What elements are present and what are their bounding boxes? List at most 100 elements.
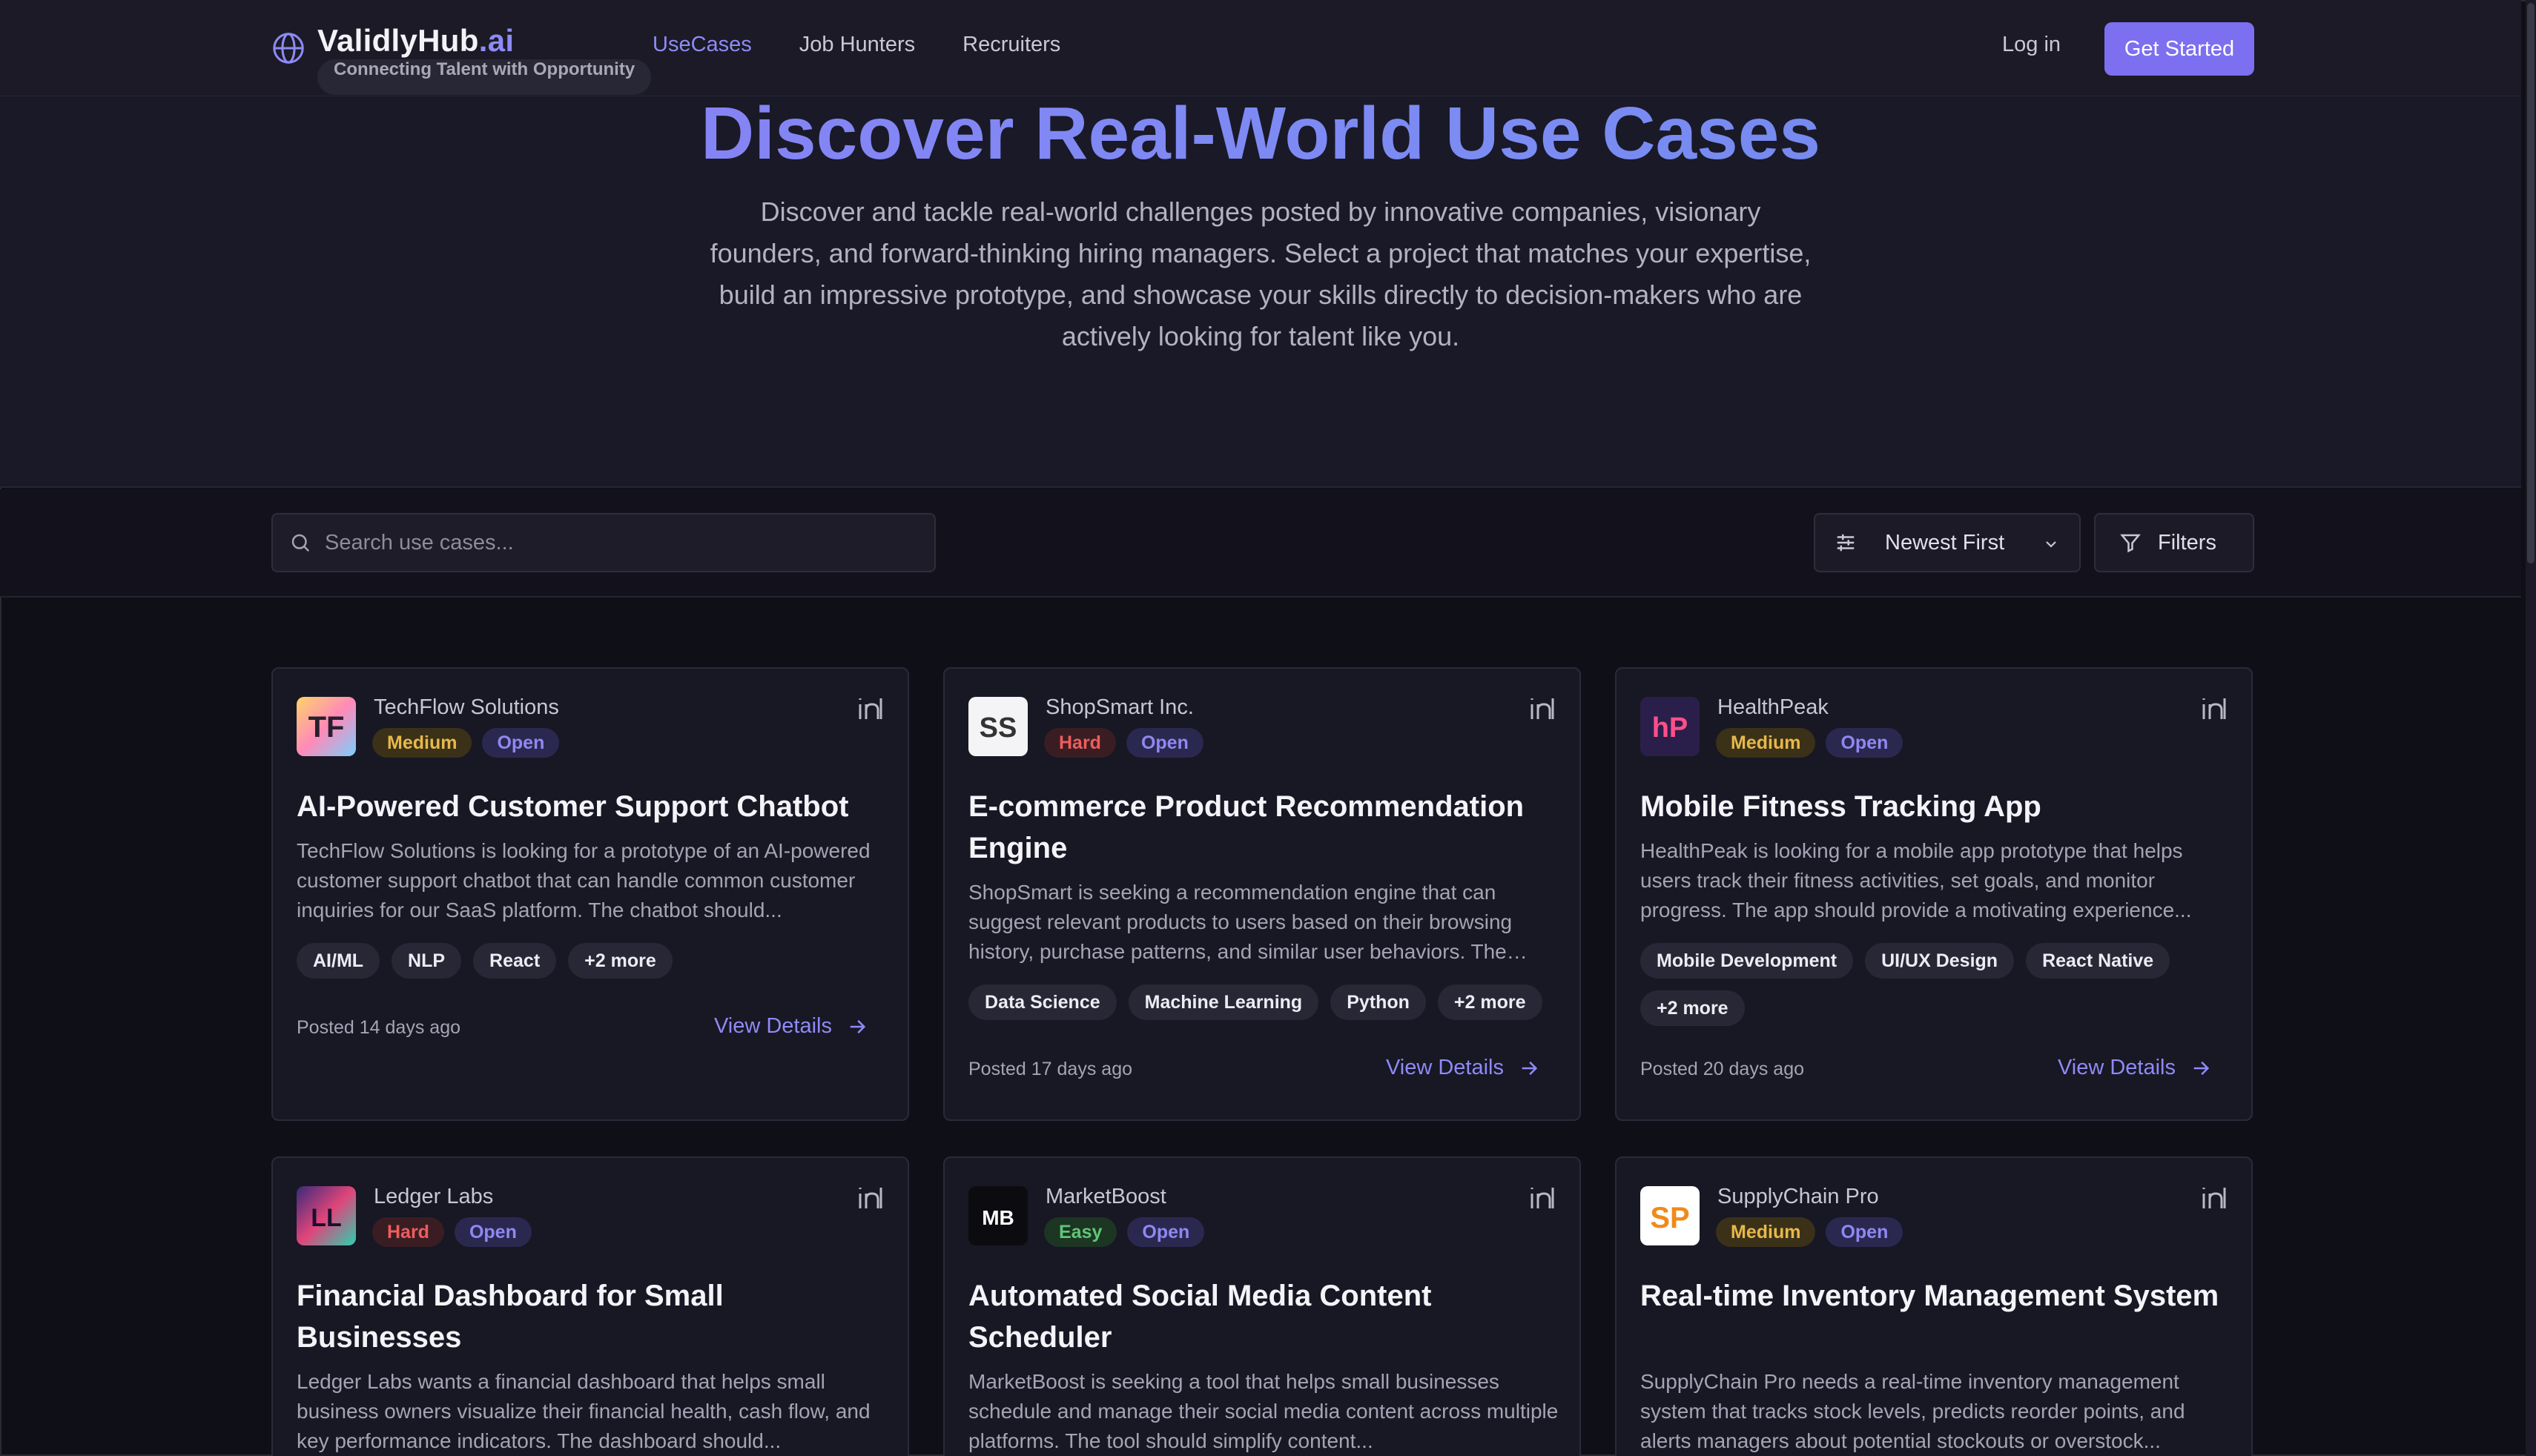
arrow-right-icon — [1522, 1061, 1538, 1075]
posted-date: Posted 17 days ago — [968, 1059, 1132, 1079]
difficulty-badge: Medium — [1716, 728, 1816, 758]
company-name: TechFlow Solutions — [374, 695, 559, 719]
arrow-right-icon — [850, 1019, 866, 1033]
filter-icon — [2120, 534, 2141, 553]
usecase-card[interactable]: LL Ledger Labs Hard Open Financial Dashb… — [271, 1156, 909, 1456]
card-description: SupplyChain Pro needs a real-time invent… — [1640, 1370, 2185, 1452]
sort-label: Newest First — [1885, 530, 2005, 555]
badges: Medium Open — [1716, 1217, 1903, 1247]
filters-button[interactable]: Filters — [2094, 513, 2254, 572]
difficulty-badge: Hard — [372, 1217, 444, 1247]
svg-text:SS: SS — [980, 712, 1017, 744]
company-logo: LL — [297, 1186, 356, 1245]
status-badge: Open — [454, 1217, 532, 1247]
login-link[interactable]: Log in — [2002, 33, 2061, 57]
svg-text:LL: LL — [311, 1204, 342, 1232]
tag: React Native — [2026, 943, 2170, 979]
scrollbar-track[interactable] — [2526, 0, 2536, 1456]
posted-date: Posted 14 days ago — [297, 1017, 460, 1038]
brand-name: ValidlyHub.ai — [317, 23, 515, 58]
usecase-card[interactable]: SP SupplyChain Pro Medium Open Real-time… — [1615, 1156, 2253, 1456]
tag: AI/ML — [297, 943, 380, 979]
linkedin-icon[interactable] — [2199, 1185, 2229, 1211]
nav-item-recruiters[interactable]: Recruiters — [962, 33, 1060, 57]
filters-label: Filters — [2158, 530, 2216, 555]
tag: React — [473, 943, 557, 979]
company-name: MarketBoost — [1046, 1185, 1166, 1208]
difficulty-badge: Easy — [1044, 1217, 1117, 1247]
svg-text:SP: SP — [1650, 1202, 1689, 1234]
status-badge: Open — [1126, 728, 1203, 758]
card-description: HealthPeak is looking for a mobile app p… — [1640, 839, 2192, 921]
tag-list: Data Science Machine Learning Python +2 … — [968, 985, 1562, 1020]
linkedin-icon[interactable] — [2199, 695, 2229, 722]
badges: Hard Open — [372, 1217, 532, 1247]
company-logo: hP — [1640, 697, 1700, 756]
card-title[interactable]: E-commerce Product Recommendation Engine — [968, 786, 1562, 869]
usecase-card[interactable]: TF TechFlow Solutions Medium Open AI-Pow… — [271, 667, 909, 1121]
badges: Medium Open — [1716, 728, 1903, 758]
status-badge: Open — [482, 728, 560, 758]
card-title[interactable]: Real-time Inventory Management System — [1640, 1275, 2233, 1317]
tag-more[interactable]: +2 more — [1640, 990, 1745, 1026]
badges: Easy Open — [1044, 1217, 1205, 1247]
hero-section: Discover Real-World Use Cases Discover a… — [0, 96, 2521, 488]
usecase-card[interactable]: SS ShopSmart Inc. Hard Open E-commerce P… — [943, 667, 1581, 1121]
tag: NLP — [392, 943, 462, 979]
badges: Hard Open — [1044, 728, 1203, 758]
card-title[interactable]: AI-Powered Customer Support Chatbot — [297, 786, 890, 827]
difficulty-badge: Medium — [1716, 1217, 1816, 1247]
card-title[interactable]: Financial Dashboard for Small Businesses — [297, 1275, 890, 1358]
company-name: SupplyChain Pro — [1717, 1185, 1879, 1208]
search-box[interactable] — [271, 513, 936, 572]
badges: Medium Open — [372, 728, 560, 758]
linkedin-icon[interactable] — [856, 1185, 885, 1211]
tag-list: Mobile Development UI/UX Design React Na… — [1640, 943, 2233, 1026]
view-details-link[interactable]: View Details — [1386, 1056, 1539, 1080]
card-title[interactable]: Automated Social Media Content Scheduler — [968, 1275, 1562, 1358]
card-description: Ledger Labs wants a financial dashboard … — [297, 1370, 871, 1452]
linkedin-icon[interactable] — [1528, 1185, 1557, 1211]
company-name: HealthPeak — [1717, 695, 1829, 719]
nav-item-usecases[interactable]: UseCases — [653, 33, 752, 57]
sliders-icon — [1837, 534, 1855, 552]
tag: UI/UX Design — [1865, 943, 2015, 979]
sort-dropdown[interactable]: Newest First — [1814, 513, 2081, 572]
status-badge: Open — [1826, 728, 1903, 758]
difficulty-badge: Hard — [1044, 728, 1116, 758]
tag: Mobile Development — [1640, 943, 1854, 979]
brand[interactable]: ValidlyHub.ai Connecting Talent with Opp… — [271, 22, 652, 95]
svg-text:TF: TF — [308, 711, 345, 744]
top-header: ValidlyHub.ai Connecting Talent with Opp… — [0, 0, 2521, 96]
hero-subtitle: Discover and tackle real-world challenge… — [710, 196, 1812, 351]
page-title: Discover Real-World Use Cases — [0, 96, 2521, 171]
company-name: Ledger Labs — [374, 1185, 494, 1208]
get-started-button[interactable]: Get Started — [2104, 22, 2254, 76]
card-description: ShopSmart is seeking a recommendation en… — [968, 881, 1513, 963]
card-description: MarketBoost is seeking a tool that helps… — [968, 1370, 1559, 1452]
tag: Machine Learning — [1128, 985, 1319, 1020]
brand-tagline: Connecting Talent with Opportunity — [317, 59, 652, 95]
nav-item-job-hunters[interactable]: Job Hunters — [799, 33, 915, 57]
status-badge: Open — [1127, 1217, 1205, 1247]
usecase-card[interactable]: hP HealthPeak Medium Open Mobile Fitness… — [1615, 667, 2253, 1121]
search-input[interactable] — [325, 530, 918, 555]
scrollbar-thumb[interactable] — [2527, 3, 2535, 563]
view-details-link[interactable]: View Details — [714, 1014, 868, 1039]
usecase-card[interactable]: MB MarketBoost Easy Open Automated Socia… — [943, 1156, 1581, 1456]
view-details-link[interactable]: View Details — [2058, 1056, 2211, 1080]
tag-more[interactable]: +2 more — [568, 943, 673, 979]
linkedin-icon[interactable] — [1528, 695, 1557, 722]
tag-more[interactable]: +2 more — [1437, 985, 1542, 1020]
company-logo: TF — [297, 697, 356, 756]
card-title[interactable]: Mobile Fitness Tracking App — [1640, 786, 2233, 827]
search-icon — [291, 534, 310, 552]
posted-date: Posted 20 days ago — [1640, 1059, 1804, 1079]
difficulty-badge: Medium — [372, 728, 472, 758]
status-badge: Open — [1826, 1217, 1903, 1247]
linkedin-icon[interactable] — [856, 695, 885, 722]
company-logo: SS — [968, 697, 1028, 756]
tag: Data Science — [968, 985, 1117, 1020]
company-logo: MB — [968, 1186, 1028, 1245]
card-description: TechFlow Solutions is looking for a prot… — [297, 839, 871, 921]
